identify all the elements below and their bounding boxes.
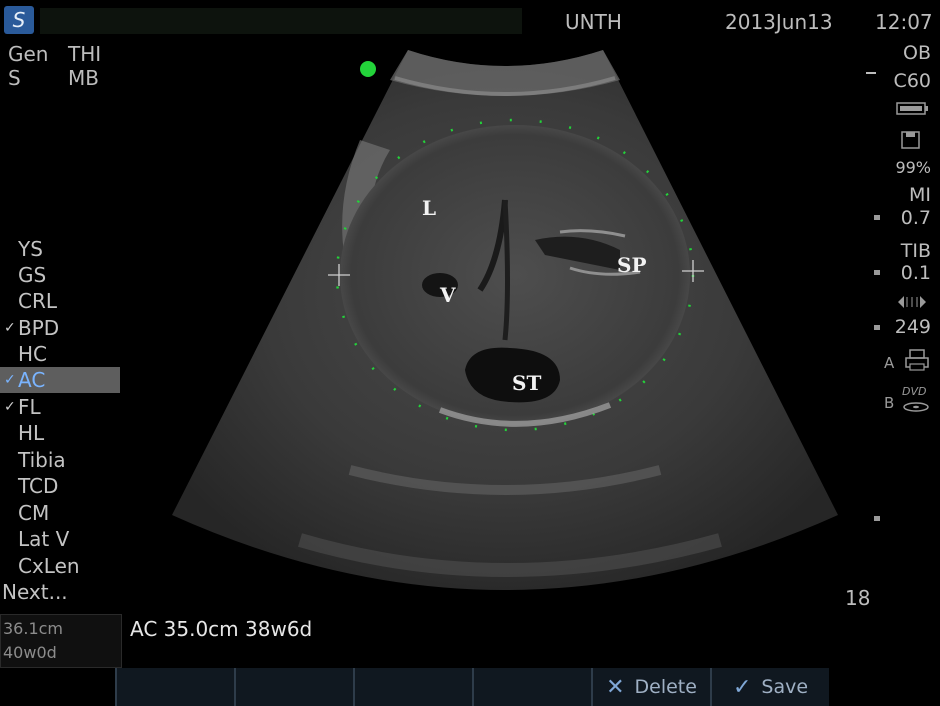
menu-item-hc[interactable]: HC (0, 341, 120, 367)
softkey-1[interactable] (115, 668, 234, 706)
label-stomach: ST (512, 371, 541, 395)
exam-type: OB (903, 42, 931, 64)
mode-thi: THI (68, 42, 102, 66)
check-icon: ✓ (4, 372, 16, 388)
date-display: 2013Jun13 (725, 10, 833, 34)
printer-icon[interactable] (903, 348, 933, 376)
probe-type: C60 (893, 70, 931, 92)
next-page-button[interactable]: Next... (2, 580, 68, 604)
menu-item-bpd[interactable]: ✓ BPD (0, 315, 120, 341)
delete-button[interactable]: ✕ Delete (591, 668, 710, 706)
dvd-icon[interactable]: DVD (900, 383, 936, 419)
tib-label: TIB (900, 240, 931, 262)
close-icon: ✕ (606, 674, 625, 700)
print-b-label: B (884, 394, 895, 412)
menu-item-ac[interactable]: ✓ AC (0, 367, 120, 393)
focus-indicator (360, 61, 376, 77)
svg-text:DVD: DVD (902, 385, 926, 398)
label-liver: L (422, 196, 436, 220)
mi-value: 0.7 (900, 207, 931, 229)
measurement-readout: AC 35.0cm 38w6d (130, 617, 313, 641)
checkmark-icon: ✓ (732, 674, 752, 700)
result-length: 36.1cm (3, 619, 64, 638)
ultrasound-image: L V SP ST (172, 50, 838, 590)
label-vein: V (439, 283, 456, 307)
check-icon: ✓ (4, 320, 16, 336)
mode-s: S (8, 66, 21, 90)
softkey-2[interactable] (234, 668, 353, 706)
frame-value: 249 (894, 316, 931, 338)
save-disk-icon (900, 130, 922, 154)
time-display: 12:07 (875, 10, 933, 34)
frame-rate-icon (896, 294, 928, 314)
softkey-4[interactable] (472, 668, 591, 706)
menu-item-ys[interactable]: YS (0, 236, 120, 262)
delete-label: Delete (634, 676, 697, 698)
mode-gen: Gen (8, 42, 49, 66)
save-label: Save (761, 676, 809, 698)
check-icon: ✓ (4, 399, 16, 415)
menu-item-lat-v[interactable]: Lat V (0, 526, 120, 552)
patient-title-field[interactable] (40, 8, 522, 34)
storage-percent: 99% (895, 158, 931, 177)
depth-value: 18 (845, 586, 871, 610)
result-age: 40w0d (3, 643, 57, 662)
print-a-label: A (884, 354, 895, 372)
menu-item-cxlen[interactable]: CxLen (0, 553, 120, 579)
menu-item-crl[interactable]: CRL (0, 288, 120, 314)
mode-mb: MB (68, 66, 99, 90)
label-spine: SP (617, 253, 646, 277)
previous-result-box: 36.1cm 40w0d (0, 614, 122, 668)
tib-value: 0.1 (900, 262, 931, 284)
institution-name: UNTH (565, 10, 622, 34)
softkey-3[interactable] (353, 668, 472, 706)
sonosite-logo-icon: S (4, 6, 34, 34)
menu-item-hl[interactable]: HL (0, 420, 120, 446)
menu-item-fl[interactable]: ✓ FL (0, 394, 120, 420)
battery-icon (896, 100, 930, 120)
menu-item-tcd[interactable]: TCD (0, 473, 120, 499)
softkey-bar: ✕ Delete ✓ Save (115, 668, 829, 706)
menu-item-tibia[interactable]: Tibia (0, 447, 120, 473)
mi-label: MI (909, 184, 931, 206)
menu-item-cm[interactable]: CM (0, 500, 120, 526)
menu-item-gs[interactable]: GS (0, 262, 120, 288)
tick-mark (874, 516, 880, 521)
save-button[interactable]: ✓ Save (710, 668, 829, 706)
